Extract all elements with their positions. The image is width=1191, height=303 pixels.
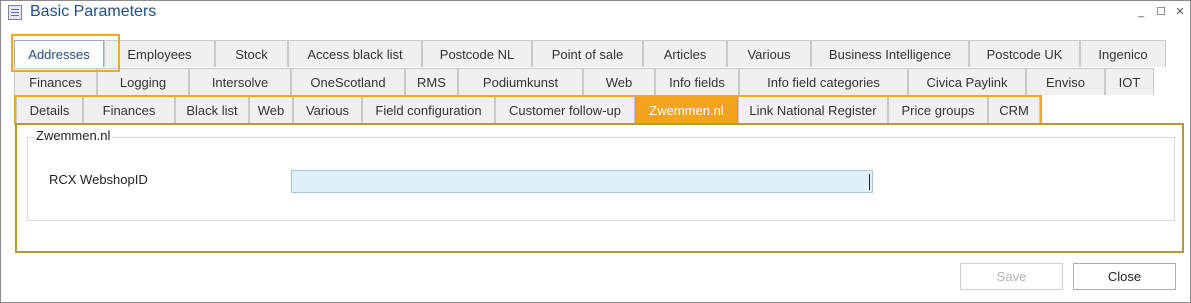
subtab-link-national-register[interactable]: Link National Register [738,96,888,123]
tab-stock[interactable]: Stock [215,40,288,67]
tab-various[interactable]: Various [727,40,811,67]
subtab-various[interactable]: Various [293,96,362,123]
tab-intersolve[interactable]: Intersolve [189,68,291,95]
rcx-webshopid-label: RCX WebshopID [49,172,148,187]
window-title: Basic Parameters [30,3,157,20]
basic-parameters-window: Basic Parameters _ ☐ ✕ Addresses Employe… [0,0,1191,303]
subtab-zwemmen-nl[interactable]: Zwemmen.nl [635,96,738,123]
subtab-black-list[interactable]: Black list [175,96,249,123]
tab-rms[interactable]: RMS [405,68,458,95]
tab-finances[interactable]: Finances [14,68,97,95]
tab-point-of-sale[interactable]: Point of sale [532,40,643,67]
tab-info-field-categories[interactable]: Info field categories [739,68,908,95]
tab-articles[interactable]: Articles [643,40,727,67]
rcx-webshopid-input[interactable] [291,170,873,193]
tab-addresses[interactable]: Addresses [14,40,104,67]
save-button[interactable]: Save [960,263,1063,290]
subtab-finances[interactable]: Finances [83,96,175,123]
tab-civica-paylink[interactable]: Civica Paylink [908,68,1026,95]
tab-web[interactable]: Web [583,68,655,95]
tab-iot[interactable]: IOT [1105,68,1154,95]
tab-postcode-nl[interactable]: Postcode NL [422,40,532,67]
tab-ingenico[interactable]: Ingenico [1080,40,1166,67]
subtab-web[interactable]: Web [249,96,293,123]
subtab-field-configuration[interactable]: Field configuration [362,96,495,123]
tab-onescotland[interactable]: OneScotland [291,68,405,95]
title-bar: Basic Parameters _ ☐ ✕ [1,1,1190,25]
subtab-details[interactable]: Details [16,96,83,123]
zwemmen-group-box: Zwemmen.nl RCX WebshopID [27,128,1175,221]
tab-postcode-uk[interactable]: Postcode UK [969,40,1080,67]
content-panel: Zwemmen.nl RCX WebshopID [15,123,1184,253]
close-icon[interactable]: ✕ [1173,5,1187,19]
group-title: Zwemmen.nl [34,128,113,143]
tab-access-black-list[interactable]: Access black list [288,40,422,67]
app-window-icon [8,5,22,20]
subtab-crm[interactable]: CRM [988,96,1040,123]
subtab-price-groups[interactable]: Price groups [888,96,988,123]
tab-logging[interactable]: Logging [97,68,189,95]
tab-info-fields[interactable]: Info fields [655,68,739,95]
maximize-icon[interactable]: ☐ [1154,5,1168,19]
minimize-icon[interactable]: _ [1134,5,1148,19]
tab-employees[interactable]: Employees [104,40,215,67]
tab-enviso[interactable]: Enviso [1026,68,1105,95]
text-caret [869,174,870,190]
tab-business-intelligence[interactable]: Business Intelligence [811,40,969,67]
close-button[interactable]: Close [1073,263,1176,290]
subtab-customer-follow-up[interactable]: Customer follow-up [495,96,635,123]
tab-podiumkunst[interactable]: Podiumkunst [458,68,583,95]
